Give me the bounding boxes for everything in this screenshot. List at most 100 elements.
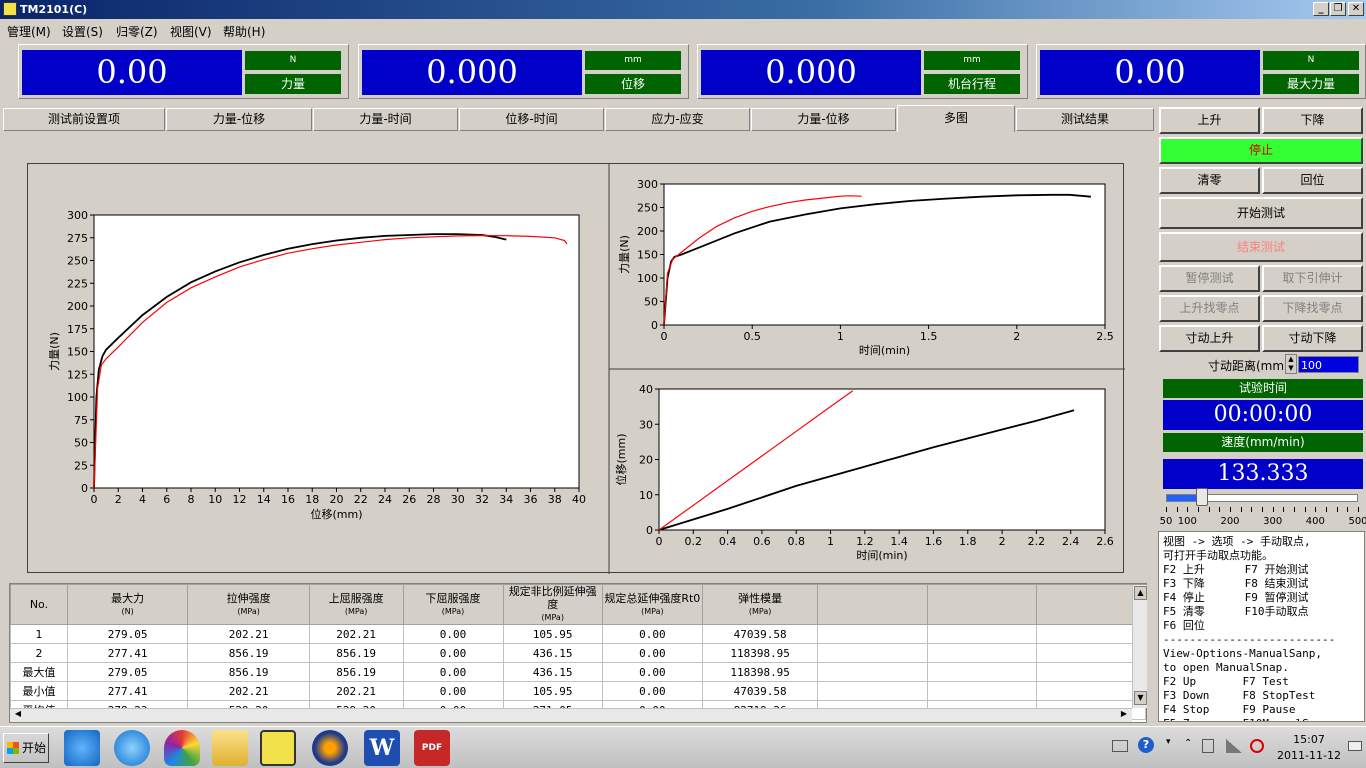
word-icon[interactable]: W	[364, 730, 400, 766]
table-vertical-scrollbar[interactable]: ▲ ▼	[1132, 585, 1147, 708]
table-cell: 202.21	[187, 624, 310, 644]
readout-stroke-unit: mm	[924, 51, 1020, 70]
x-tick-label: 2.5	[1096, 330, 1114, 343]
y-tick-label: 40	[639, 383, 653, 396]
scroll-down-arrow-icon[interactable]: ▼	[1134, 691, 1147, 705]
messenger-icon[interactable]	[114, 730, 150, 766]
jog-up-button[interactable]: 寸动上升	[1159, 325, 1260, 352]
table-row[interactable]: 1 279.05 202.21 202.21 0.00 105.95 0.00 47039.5…	[10, 624, 1146, 644]
header-unit: (MPa)	[541, 613, 564, 622]
table-header-cell[interactable]: 拉伸强度 (MPa)	[187, 584, 310, 625]
speed-slider-labels: 50 100 200 300 400 500	[1160, 516, 1366, 528]
x-tick-label: 0.6	[753, 535, 771, 548]
remove-extensometer-button[interactable]: 取下引伸计	[1262, 265, 1363, 292]
y-tick-label: 20	[639, 454, 653, 467]
down-button[interactable]: 下降	[1262, 107, 1363, 134]
help-line: F3 下降 F8 结束测试	[1163, 577, 1309, 590]
close-button[interactable]: ✕	[1348, 2, 1364, 16]
balloon-icon[interactable]	[164, 730, 200, 766]
restore-button[interactable]: ❐	[1330, 2, 1346, 16]
table-header-cell[interactable]: 弹性模量 (MPa)	[701, 584, 819, 625]
menu-help[interactable]: 帮助(H)	[223, 23, 265, 40]
return-button[interactable]: 回位	[1262, 167, 1363, 194]
down-find-zero-button[interactable]: 下降找零点	[1262, 295, 1363, 322]
header-unit: (MPa)	[641, 606, 664, 616]
tab-force-time[interactable]: 力量-时间	[313, 108, 458, 131]
up-button[interactable]: 上升	[1159, 107, 1260, 134]
system-clock[interactable]: 15:07 2011-11-12	[1274, 732, 1344, 764]
menu-manage[interactable]: 管理(M)	[7, 23, 51, 40]
table-cell: 0.00	[601, 681, 703, 701]
tm2101-app-icon[interactable]	[260, 730, 296, 766]
stop-button[interactable]: 停止	[1159, 137, 1363, 164]
zero-button[interactable]: 清零	[1159, 167, 1260, 194]
table-header-cell[interactable]	[817, 584, 928, 625]
table-cell	[1035, 662, 1146, 682]
table-header-cell[interactable]	[1035, 584, 1146, 625]
tab-displacement-time[interactable]: 位移-时间	[459, 108, 604, 131]
media-player-icon[interactable]	[312, 730, 348, 766]
scroll-right-arrow-icon[interactable]: ▶	[1118, 709, 1130, 721]
speed-slider-track[interactable]	[1166, 494, 1358, 502]
scroll-up-arrow-icon[interactable]: ▲	[1134, 586, 1147, 600]
volume-muted-icon[interactable]	[1250, 739, 1264, 753]
help-line: View-Options-ManualSanp,	[1163, 647, 1322, 660]
tab-pre-test-settings[interactable]: 测试前设置项	[3, 108, 165, 131]
show-desktop-icon[interactable]	[1348, 741, 1362, 751]
clock-time: 15:07	[1293, 733, 1325, 746]
x-axis-label: 时间(min)	[856, 549, 907, 562]
menu-zero[interactable]: 归零(Z)	[116, 23, 158, 40]
tab-multi-chart[interactable]: 多图	[897, 105, 1015, 132]
table-header-cell[interactable]: 上屈服强度 (MPa)	[308, 584, 404, 625]
table-cell: 277.41	[66, 643, 189, 663]
table-header-cell[interactable]: 规定总延伸强度Rt0 (MPa)	[601, 584, 703, 625]
y-tick-label: 150	[637, 249, 658, 262]
x-tick-label: 1.4	[890, 535, 908, 548]
help-circle-icon[interactable]: ?	[1138, 737, 1154, 753]
minimize-button[interactable]: _	[1313, 2, 1329, 16]
slider-tick	[1294, 507, 1295, 512]
table-row[interactable]: 最小值 277.41 202.21 202.21 0.00 105.95 0.00 47039…	[10, 681, 1146, 701]
slider-tick	[1262, 507, 1263, 512]
table-header-cell[interactable]	[926, 584, 1037, 625]
slider-tick	[1304, 507, 1306, 512]
pause-test-button[interactable]: 暂停测试	[1159, 265, 1260, 292]
table-cell: 0.00	[601, 624, 703, 644]
jog-distance-spinner-icon[interactable]: ▲ ▼	[1285, 354, 1297, 374]
table-horizontal-scrollbar[interactable]: ◀ ▶	[10, 708, 1132, 722]
table-cell: 1	[10, 624, 68, 644]
table-header-cell[interactable]: 下屈服强度 (MPa)	[402, 584, 504, 625]
x-tick-label: 2	[1013, 330, 1020, 343]
keyboard-icon[interactable]	[1112, 740, 1128, 752]
up-find-zero-button[interactable]: 上升找零点	[1159, 295, 1260, 322]
ie-icon[interactable]	[64, 730, 100, 766]
start-test-button[interactable]: 开始测试	[1159, 197, 1363, 229]
explorer-folder-icon[interactable]	[212, 730, 248, 766]
table-cell: 47039.58	[701, 624, 819, 644]
table-header-cell[interactable]: No.	[10, 584, 68, 625]
menu-settings[interactable]: 设置(S)	[62, 23, 103, 40]
tab-force-displacement[interactable]: 力量-位移	[166, 108, 312, 131]
x-tick-label: 1.2	[856, 535, 874, 548]
show-hidden-icons-icon[interactable]: ⌃	[1184, 738, 1192, 749]
menu-view[interactable]: 视图(V)	[170, 23, 212, 40]
jog-down-button[interactable]: 寸动下降	[1262, 325, 1363, 352]
tab-force-displacement-2[interactable]: 力量-位移	[751, 108, 896, 131]
start-button[interactable]: 开始	[3, 733, 49, 763]
table-cell: 0.00	[601, 662, 703, 682]
tab-stress-strain[interactable]: 应力-应变	[605, 108, 750, 131]
speed-slider-ticks	[1166, 507, 1359, 515]
tab-test-results[interactable]: 测试结果	[1016, 108, 1154, 131]
table-row[interactable]: 2 277.41 856.19 856.19 0.00 436.15 0.00 118398.…	[10, 643, 1146, 663]
table-header-cell[interactable]: 最大力 (N)	[66, 584, 189, 625]
jog-distance-input[interactable]: 100	[1298, 356, 1359, 373]
pdf-icon[interactable]: PDF	[414, 730, 450, 766]
table-header-cell[interactable]: 规定非比例延伸强度 (MPa)	[502, 584, 603, 625]
table-row[interactable]: 最大值 279.05 856.19 856.19 0.00 436.15 0.00 11839…	[10, 662, 1146, 682]
network-icon[interactable]	[1226, 739, 1242, 753]
speed-slider-thumb[interactable]	[1195, 488, 1208, 506]
scroll-left-arrow-icon[interactable]: ◀	[12, 709, 24, 721]
end-test-button[interactable]: 结束测试	[1159, 232, 1363, 262]
device-icon[interactable]	[1202, 739, 1214, 753]
menu-arrow-icon[interactable]: ▾	[1166, 737, 1171, 747]
